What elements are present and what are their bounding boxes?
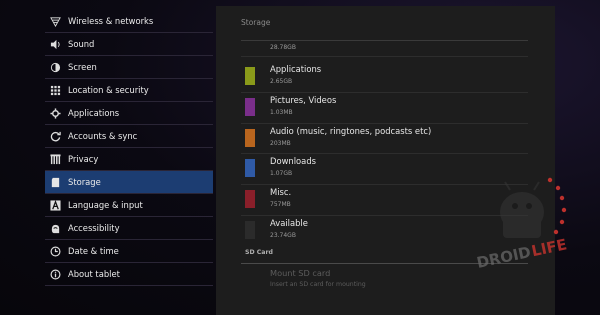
sync-icon	[50, 131, 61, 142]
accessibility-icon	[50, 223, 61, 234]
mount-sd-card-title: Mount SD card	[270, 268, 331, 278]
applications-icon	[50, 107, 61, 119]
droidlife-watermark-logo: DROID LIFE	[475, 177, 569, 272]
sidebar-item-label: About tablet	[68, 269, 120, 279]
total-space-value: 28.78GB	[270, 44, 296, 51]
sd-card-icon	[50, 177, 61, 188]
page-title: Storage	[241, 18, 271, 27]
color-swatch	[245, 98, 255, 116]
sidebar-item-applications[interactable]: Applications	[45, 102, 213, 125]
sidebar-item-about-tablet[interactable]: About tablet	[45, 263, 213, 286]
sidebar-item-label: Wireless & networks	[68, 16, 154, 26]
storage-row-label: Applications	[270, 64, 322, 74]
mount-sd-card-summary: Insert an SD card for mounting	[270, 281, 366, 288]
clock-icon	[50, 246, 61, 257]
section-header-label: SD Card	[245, 249, 273, 256]
sidebar-item-label: Sound	[68, 39, 95, 49]
color-swatch	[245, 190, 255, 208]
sidebar-item-screen[interactable]: Screen	[45, 56, 213, 79]
sidebar-item-label: Storage	[68, 177, 101, 187]
grid-lock-icon	[50, 85, 61, 96]
svg-text:LIFE: LIFE	[530, 235, 569, 260]
settings-sidebar: Wireless & networks Sound Screen Locatio…	[0, 10, 216, 306]
sidebar-item-label: Privacy	[68, 154, 99, 164]
storage-row-applications: Applications 2.65GB	[241, 61, 528, 91]
info-icon	[50, 269, 61, 280]
sidebar-item-label: Applications	[68, 108, 120, 118]
settings-screen: Wireless & networks Sound Screen Locatio…	[0, 0, 600, 315]
storage-row-audio: Audio (music, ringtones, podcasts etc) 2…	[241, 123, 528, 153]
storage-row-value: 757MB	[270, 201, 291, 208]
sidebar-item-label: Accessibility	[68, 223, 120, 233]
storage-row-value: 1.03MB	[270, 109, 293, 116]
sidebar-item-privacy[interactable]: Privacy	[45, 148, 213, 171]
sidebar-item-accounts-sync[interactable]: Accounts & sync	[45, 125, 213, 148]
sidebar-item-accessibility[interactable]: Accessibility	[45, 217, 213, 240]
sidebar-item-wireless-networks[interactable]: Wireless & networks	[45, 10, 213, 33]
storage-row-label: Downloads	[270, 156, 316, 166]
storage-row-label: Audio (music, ringtones, podcasts etc)	[270, 126, 432, 136]
color-swatch	[245, 129, 255, 147]
color-swatch	[245, 67, 255, 85]
wifi-icon	[50, 16, 61, 27]
sidebar-item-date-time[interactable]: Date & time	[45, 240, 213, 263]
sidebar-item-label: Screen	[68, 62, 97, 72]
privacy-icon	[50, 153, 61, 165]
svg-text:DROID: DROID	[475, 243, 532, 272]
speaker-icon	[50, 39, 61, 50]
sidebar-item-label: Language & input	[68, 200, 143, 210]
storage-row-label: Available	[270, 218, 308, 228]
color-swatch	[245, 221, 255, 239]
sidebar-item-language-input[interactable]: Language & input	[45, 194, 213, 217]
storage-row-value: 23.74GB	[270, 232, 296, 239]
language-icon	[50, 199, 61, 211]
sidebar-item-sound[interactable]: Sound	[45, 33, 213, 56]
divider	[241, 56, 528, 57]
sidebar-item-location-security[interactable]: Location & security	[45, 79, 213, 102]
sidebar-item-storage[interactable]: Storage	[45, 171, 213, 194]
storage-row-value: 1.07GB	[270, 170, 293, 177]
storage-row-pictures-videos: Pictures, Videos 1.03MB	[241, 92, 528, 122]
storage-row-value: 2.65GB	[270, 78, 293, 85]
storage-row-value: 203MB	[270, 140, 291, 147]
sidebar-item-label: Location & security	[68, 85, 149, 95]
sidebar-item-label: Accounts & sync	[68, 131, 138, 141]
color-swatch	[245, 159, 255, 177]
sidebar-item-label: Date & time	[68, 246, 119, 256]
brightness-icon	[50, 62, 61, 73]
storage-row-label: Misc.	[270, 187, 292, 197]
storage-row-label: Pictures, Videos	[270, 95, 337, 105]
divider	[241, 40, 528, 41]
